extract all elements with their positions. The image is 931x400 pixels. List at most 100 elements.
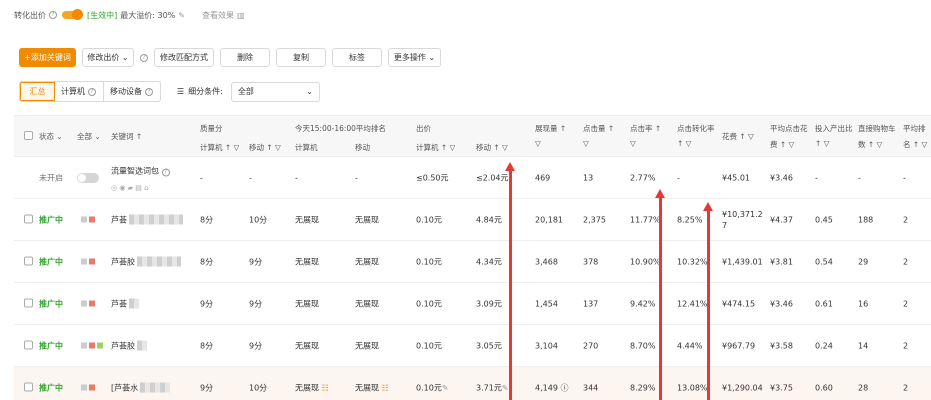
row-keyword[interactable]: 芦荟 — [111, 214, 183, 225]
row-quality-mobile: 9分 — [249, 299, 263, 308]
info-icon[interactable]: ⓘ — [560, 383, 568, 392]
view-effect-link[interactable]: 查看效果 — [202, 10, 234, 21]
row-bid-mobile[interactable]: 4.34元 — [476, 256, 502, 267]
filter-icon[interactable]: ▽ — [583, 139, 589, 148]
modify-match-button[interactable]: 修改匹配方式 — [154, 48, 214, 67]
delete-button[interactable]: 删除 — [220, 48, 270, 67]
clicks-header[interactable]: 点击量 ↑ — [583, 123, 614, 134]
bid-header: 出价 — [416, 124, 431, 133]
row-cart: 29 — [858, 257, 869, 266]
row-keyword[interactable]: 芦荟 — [111, 298, 139, 309]
cost-header[interactable]: 花费 ↑ ▽ — [722, 131, 754, 142]
row-bid-mobile[interactable]: ≤2.04元 — [476, 172, 509, 183]
row-rank-pc: 无展现 — [295, 341, 319, 350]
row-color-tags — [81, 257, 97, 266]
row-quality-pc: - — [200, 173, 203, 182]
ctr-header[interactable]: 点击率 ↑ — [630, 123, 661, 134]
table-row[interactable]: 推广中 [芦荟水 9分 10分 无展现 ☷ 无展现 ☷ 0.10元✎ 3.71元… — [14, 367, 931, 400]
row-checkbox[interactable] — [24, 298, 33, 309]
select-all-checkbox[interactable] — [24, 131, 33, 142]
row-bid-mobile[interactable]: 4.84元 — [476, 214, 502, 225]
row-keyword[interactable]: 流量智选词包 ? — [111, 166, 170, 177]
all-filter[interactable]: 全部 ⌄ — [77, 131, 101, 142]
edit-icon[interactable]: ✎ — [178, 11, 185, 20]
row-keyword[interactable]: [芦荟水 — [111, 382, 171, 393]
conversion-bid-toggle[interactable] — [62, 9, 83, 20]
modify-bid-button[interactable]: 修改出价 ⌄ — [82, 48, 134, 67]
row-ctr: 10.90% — [630, 257, 661, 266]
bid-mobile-header[interactable]: 移动 ↑ ▽ — [476, 142, 508, 153]
avg-rank-sort[interactable]: 名 ↑ ▽ — [903, 139, 927, 150]
row-checkbox[interactable] — [24, 340, 33, 351]
cart-sort[interactable]: 数 ↑ ▽ — [858, 139, 882, 150]
help-icon[interactable]: ? — [145, 87, 153, 96]
row-bid-pc[interactable]: 0.10元 — [416, 214, 442, 225]
bar-chart-icon[interactable]: ▥ — [237, 11, 245, 20]
row-checkbox[interactable] — [24, 382, 33, 393]
cart-header: 直接购物车 — [858, 124, 896, 133]
row-bid-pc[interactable]: 0.10元 — [416, 298, 442, 309]
row-status: 推广中 — [39, 257, 63, 266]
conversion-bid-label: 转化出价 — [14, 10, 46, 20]
row-bid-mobile[interactable]: 3.05元 — [476, 340, 502, 351]
row-cost: ¥10,371.2 7 — [722, 209, 763, 230]
row-cost: ¥474.15 — [722, 299, 756, 308]
row-quality-pc: 8分 — [200, 215, 214, 224]
table-row[interactable]: 未开启 流量智选词包 ? ◎ ◉ ▰ ▤ ⌂ - - - - ≤0.50元 ≤2… — [14, 157, 931, 199]
tab-label: 汇总 — [29, 87, 46, 96]
help-icon[interactable]: ? — [140, 53, 148, 62]
avg-rank-header: 平均排 — [903, 124, 926, 133]
tab-summary[interactable]: 汇总 — [20, 82, 55, 101]
table-row[interactable]: 推广中 芦荟 8分 10分 无展现 无展现 0.10元 4.84元 20,181… — [14, 199, 931, 241]
avg-cpc-sort[interactable]: 费 ↑ ▽ — [770, 139, 794, 150]
row-checkbox[interactable] — [24, 256, 33, 267]
add-keyword-button[interactable]: +添加关键词 — [19, 48, 76, 67]
table-row[interactable]: 推广中 芦荟胶 8分 9分 无展现 无展现 0.10元 4.34元 3,468 … — [14, 241, 931, 283]
row-cart: 16 — [858, 299, 869, 308]
row-bid-pc[interactable]: ≤0.50元 — [416, 172, 449, 183]
more-actions-button[interactable]: 更多操作 ⌄ — [388, 48, 441, 67]
row-bid-pc[interactable]: 0.10元 — [416, 340, 442, 351]
device-tabs: 汇总 计算机? 移动设备? — [19, 81, 161, 102]
roi-sort[interactable]: ↑ ▽ — [815, 139, 829, 148]
row-keyword[interactable]: 芦荟胶 — [111, 340, 147, 351]
row-action-icons[interactable]: ◎ ◉ ▰ ▤ ⌂ — [111, 184, 149, 192]
more-actions-label: 更多操作 — [393, 53, 426, 62]
filter-icon[interactable]: ▽ — [630, 139, 636, 148]
status-filter[interactable]: 状态 ⌄ — [39, 131, 63, 142]
row-avg-rank: 2 — [903, 341, 909, 350]
row-keyword[interactable]: 芦荟胶 — [111, 256, 181, 267]
annotation-arrow — [655, 189, 665, 400]
row-toggle[interactable] — [77, 172, 99, 183]
keyword-header[interactable]: 关键词 ↑ — [111, 131, 142, 142]
help-icon[interactable]: ? — [49, 11, 57, 19]
table-row[interactable]: 推广中 芦荟 9分 9分 无展现 无展现 0.10元 3.09元 1,454 1… — [14, 283, 931, 325]
help-icon[interactable]: ? — [88, 87, 96, 96]
rank-detail-icon[interactable]: ☷ — [322, 383, 329, 392]
tag-button[interactable]: 标签 — [332, 48, 382, 67]
subdivide-select[interactable]: 全部 ⌄ — [230, 81, 320, 102]
quality-pc-header[interactable]: 计算机 ↑ ▽ — [200, 142, 239, 153]
row-bid-pc[interactable]: 0.10元 — [416, 256, 442, 267]
chevron-down-icon: ⌄ — [425, 53, 436, 62]
row-avg-cpc: ¥3.46 — [770, 299, 793, 308]
filter-bar: 汇总 计算机? 移动设备? ☰ 细分条件: 全部 ⌄ — [19, 81, 320, 102]
row-cvr: 12.41% — [677, 299, 708, 308]
table-row[interactable]: 推广中 芦荟胶 8分 9分 无展现 无展现 0.10元 3.05元 3,104 … — [14, 325, 931, 367]
rank-detail-icon[interactable]: ☷ — [382, 383, 389, 392]
tab-computer[interactable]: 计算机? — [55, 82, 104, 101]
quality-mobile-header[interactable]: 移动 ↑ ▽ — [249, 142, 281, 153]
row-checkbox[interactable] — [24, 214, 33, 225]
row-clicks: 13 — [583, 173, 594, 182]
impressions-header[interactable]: 展现量 ↑ — [535, 123, 566, 134]
row-bid-pc[interactable]: 0.10元✎ — [416, 382, 449, 393]
copy-button[interactable]: 复制 — [276, 48, 326, 67]
row-bid-mobile[interactable]: 3.71元✎ — [476, 382, 509, 393]
row-bid-mobile[interactable]: 3.09元 — [476, 298, 502, 309]
bid-pc-header[interactable]: 计算机 ↑ ▽ — [416, 142, 455, 153]
cvr-sort[interactable]: ↑ ▽ — [677, 139, 691, 148]
annotation-arrow — [703, 202, 713, 400]
row-status: 推广中 — [39, 383, 63, 392]
tab-mobile[interactable]: 移动设备? — [104, 82, 160, 101]
filter-icon[interactable]: ▽ — [535, 139, 541, 148]
